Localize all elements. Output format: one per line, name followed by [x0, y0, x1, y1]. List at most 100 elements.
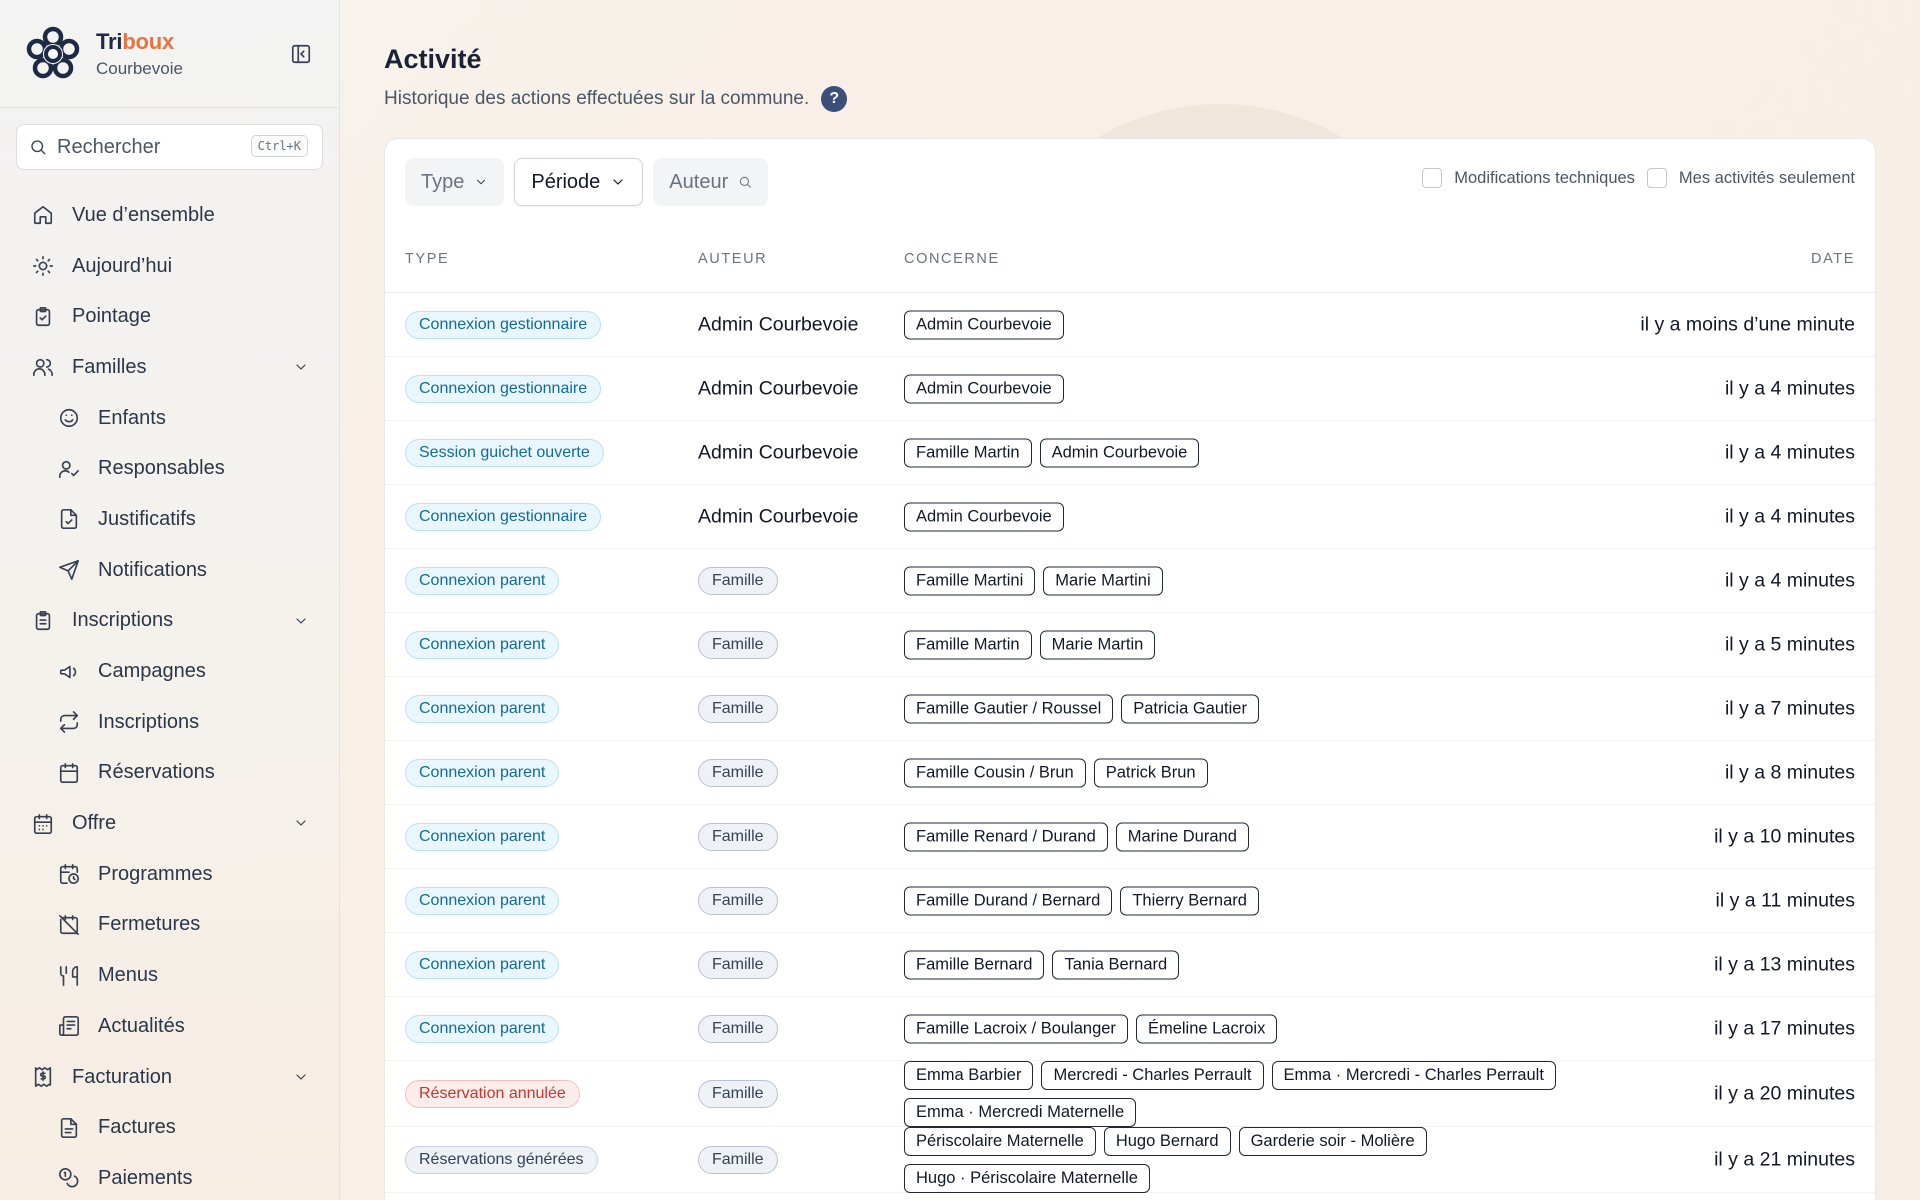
- table-row[interactable]: Réservations générées Famille Périscolaire…: [385, 1126, 1875, 1193]
- concern-chip[interactable]: Admin Courbevoie: [904, 374, 1064, 403]
- concern-cell: Admin Courbevoie: [904, 502, 1604, 531]
- concern-chip[interactable]: Périscolaire Maternelle: [904, 1126, 1096, 1156]
- sidebar-item-fermetures[interactable]: Fermetures: [0, 900, 339, 951]
- date-cell: il y a 20 minutes: [1714, 1082, 1855, 1104]
- concern-chip[interactable]: Admin Courbevoie: [904, 502, 1064, 531]
- concern-chip[interactable]: Marie Martin: [1039, 630, 1156, 659]
- sidebar-item-inscriptions[interactable]: Inscriptions: [0, 697, 339, 748]
- period-filter-button[interactable]: Période: [514, 158, 644, 206]
- sidebar-item-menus[interactable]: Menus: [0, 950, 339, 1001]
- date-cell: il y a 8 minutes: [1724, 761, 1855, 783]
- table-row[interactable]: Réservations généréesFamilleMercredi Mat…: [385, 1193, 1875, 1200]
- concern-chip[interactable]: Admin Courbevoie: [1039, 438, 1200, 467]
- author-filter-button[interactable]: Auteur: [653, 158, 769, 206]
- sidebar-item-enfants[interactable]: Enfants: [0, 393, 339, 444]
- tech-changes-label: Modifications techniques: [1454, 168, 1635, 187]
- concern-chip[interactable]: Emma Barbier: [904, 1060, 1034, 1090]
- search-box[interactable]: Ctrl+K: [16, 124, 323, 170]
- table-row[interactable]: Connexion parent Famille Famille Martin Mar…: [385, 613, 1875, 677]
- sidebar-item-justificatifs[interactable]: Justificatifs: [0, 494, 339, 545]
- sidebar-item-factures[interactable]: Factures: [0, 1102, 339, 1153]
- column-header-concern[interactable]: CONCERNE: [904, 251, 1000, 267]
- sidebar-item-facturation[interactable]: Facturation: [0, 1052, 339, 1103]
- table-row[interactable]: Connexion gestionnaire Admin Courbevoie Ad…: [385, 357, 1875, 421]
- sidebar-item-label: Campagnes: [98, 660, 206, 683]
- table-row[interactable]: Connexion parent Famille Famille Lacroix /…: [385, 997, 1875, 1061]
- concern-chip[interactable]: Tania Bernard: [1052, 950, 1180, 979]
- sidebar-item-programmes[interactable]: Programmes: [0, 849, 339, 900]
- sidebar-item-aujourd-hui[interactable]: Aujourd’hui: [0, 241, 339, 292]
- concern-chip[interactable]: Émeline Lacroix: [1135, 1014, 1278, 1043]
- sidebar-item-responsables[interactable]: Responsables: [0, 443, 339, 494]
- table-row[interactable]: Connexion parent Famille Famille Gautier /…: [385, 677, 1875, 741]
- chevron-down-icon: [613, 179, 623, 185]
- sidebar-item-notifications[interactable]: Notifications: [0, 545, 339, 596]
- concern-chip[interactable]: Famille Bernard: [904, 950, 1045, 979]
- concern-chip[interactable]: Famille Lacroix / Boulanger: [904, 1014, 1128, 1043]
- help-icon[interactable]: ?: [821, 86, 848, 112]
- table-row[interactable]: Connexion parent Famille Famille Renard / …: [385, 805, 1875, 869]
- search-icon: [740, 176, 752, 188]
- concern-chip[interactable]: Famille Gautier / Roussel: [904, 694, 1114, 723]
- concern-chip[interactable]: Marine Durand: [1115, 822, 1249, 851]
- sidebar-item-paiements[interactable]: Paiements: [0, 1153, 339, 1200]
- search-input[interactable]: [57, 135, 237, 159]
- chevron-down-icon[interactable]: [293, 814, 309, 837]
- checkbox-box[interactable]: [1422, 168, 1443, 188]
- sidebar-item-reservations[interactable]: Réservations: [0, 748, 339, 799]
- chevron-down-icon[interactable]: [293, 612, 309, 635]
- type-cell: Connexion gestionnaire: [405, 310, 602, 339]
- sidebar-item-campagnes[interactable]: Campagnes: [0, 646, 339, 697]
- collapse-sidebar-button[interactable]: [289, 42, 313, 66]
- concern-chip[interactable]: Famille Cousin / Brun: [904, 758, 1086, 787]
- checkbox-box[interactable]: [1646, 168, 1667, 188]
- sidebar-item-pointage[interactable]: Pointage: [0, 291, 339, 342]
- table-row[interactable]: Connexion parent Famille Famille Bernard Ta…: [385, 933, 1875, 997]
- concern-chip[interactable]: Emma · Mercredi Maternelle: [904, 1097, 1137, 1127]
- concern-chip[interactable]: Marie Martini: [1043, 566, 1163, 595]
- column-header-date[interactable]: DATE: [1811, 251, 1855, 267]
- type-badge: Connexion parent: [405, 758, 560, 787]
- sidebar-item-label: Familles: [72, 355, 147, 378]
- concern-chip[interactable]: Patricia Gautier: [1121, 694, 1259, 723]
- table-row[interactable]: Connexion parent Famille Famille Martini Ma…: [385, 549, 1875, 613]
- mine-only-checkbox[interactable]: Mes activités seulement: [1646, 168, 1855, 188]
- date-cell: il y a moins d’une minute: [1640, 313, 1855, 335]
- author-badge: Famille: [698, 694, 778, 723]
- page-subtitle: Historique des actions effectuées sur la…: [384, 86, 848, 112]
- sidebar-item-inscriptions[interactable]: Inscriptions: [0, 596, 339, 647]
- table-row[interactable]: Connexion gestionnaire Admin Courbevoie Ad…: [385, 293, 1875, 357]
- table-row[interactable]: Réservation annulée Famille Emma Barbier Me…: [385, 1060, 1875, 1127]
- table-row[interactable]: Connexion parent Famille Famille Cousin / …: [385, 741, 1875, 805]
- table-row[interactable]: Connexion parent Famille Famille Durand / …: [385, 869, 1875, 933]
- column-header-type[interactable]: TYPE: [405, 251, 449, 267]
- concern-chip[interactable]: Famille Martini: [904, 566, 1036, 595]
- tech-changes-checkbox[interactable]: Modifications techniques: [1422, 168, 1635, 188]
- sidebar-item-offre[interactable]: Offre: [0, 798, 339, 849]
- concern-chip[interactable]: Garderie soir - Molière: [1238, 1126, 1427, 1156]
- chevron-down-icon[interactable]: [293, 1068, 309, 1091]
- author-name: Admin Courbevoie: [698, 505, 859, 527]
- concern-chip[interactable]: Hugo · Périscolaire Maternelle: [904, 1163, 1150, 1193]
- table-row[interactable]: Session guichet ouverte Admin Courbevoie F…: [385, 421, 1875, 485]
- concern-chip[interactable]: Emma · Mercredi - Charles Perrault: [1271, 1060, 1556, 1090]
- sidebar-item-vue-d-ensemble[interactable]: Vue d’ensemble: [0, 190, 339, 241]
- type-filter-button[interactable]: Type: [405, 158, 505, 206]
- concern-chip[interactable]: Famille Renard / Durand: [904, 822, 1108, 851]
- concern-chip[interactable]: Admin Courbevoie: [904, 310, 1064, 339]
- concern-chip[interactable]: Thierry Bernard: [1120, 886, 1259, 915]
- sidebar-item-familles[interactable]: Familles: [0, 342, 339, 393]
- concern-chip[interactable]: Hugo Bernard: [1103, 1126, 1231, 1156]
- concern-chip[interactable]: Famille Durand / Bernard: [904, 886, 1113, 915]
- concern-cell: Famille Renard / Durand Marine Durand: [904, 822, 1604, 851]
- concern-chip[interactable]: Famille Martin: [904, 438, 1032, 467]
- table-row[interactable]: Connexion gestionnaire Admin Courbevoie Ad…: [385, 485, 1875, 549]
- concern-chip[interactable]: Mercredi - Charles Perrault: [1041, 1060, 1264, 1090]
- type-cell: Connexion parent: [405, 950, 560, 979]
- author-name: Admin Courbevoie: [698, 313, 859, 335]
- concern-chip[interactable]: Famille Martin: [904, 630, 1032, 659]
- concern-chip[interactable]: Patrick Brun: [1093, 758, 1208, 787]
- column-header-author[interactable]: AUTEUR: [698, 251, 767, 267]
- sidebar-item-actualites[interactable]: Actualités: [0, 1001, 339, 1052]
- chevron-down-icon[interactable]: [293, 358, 309, 381]
